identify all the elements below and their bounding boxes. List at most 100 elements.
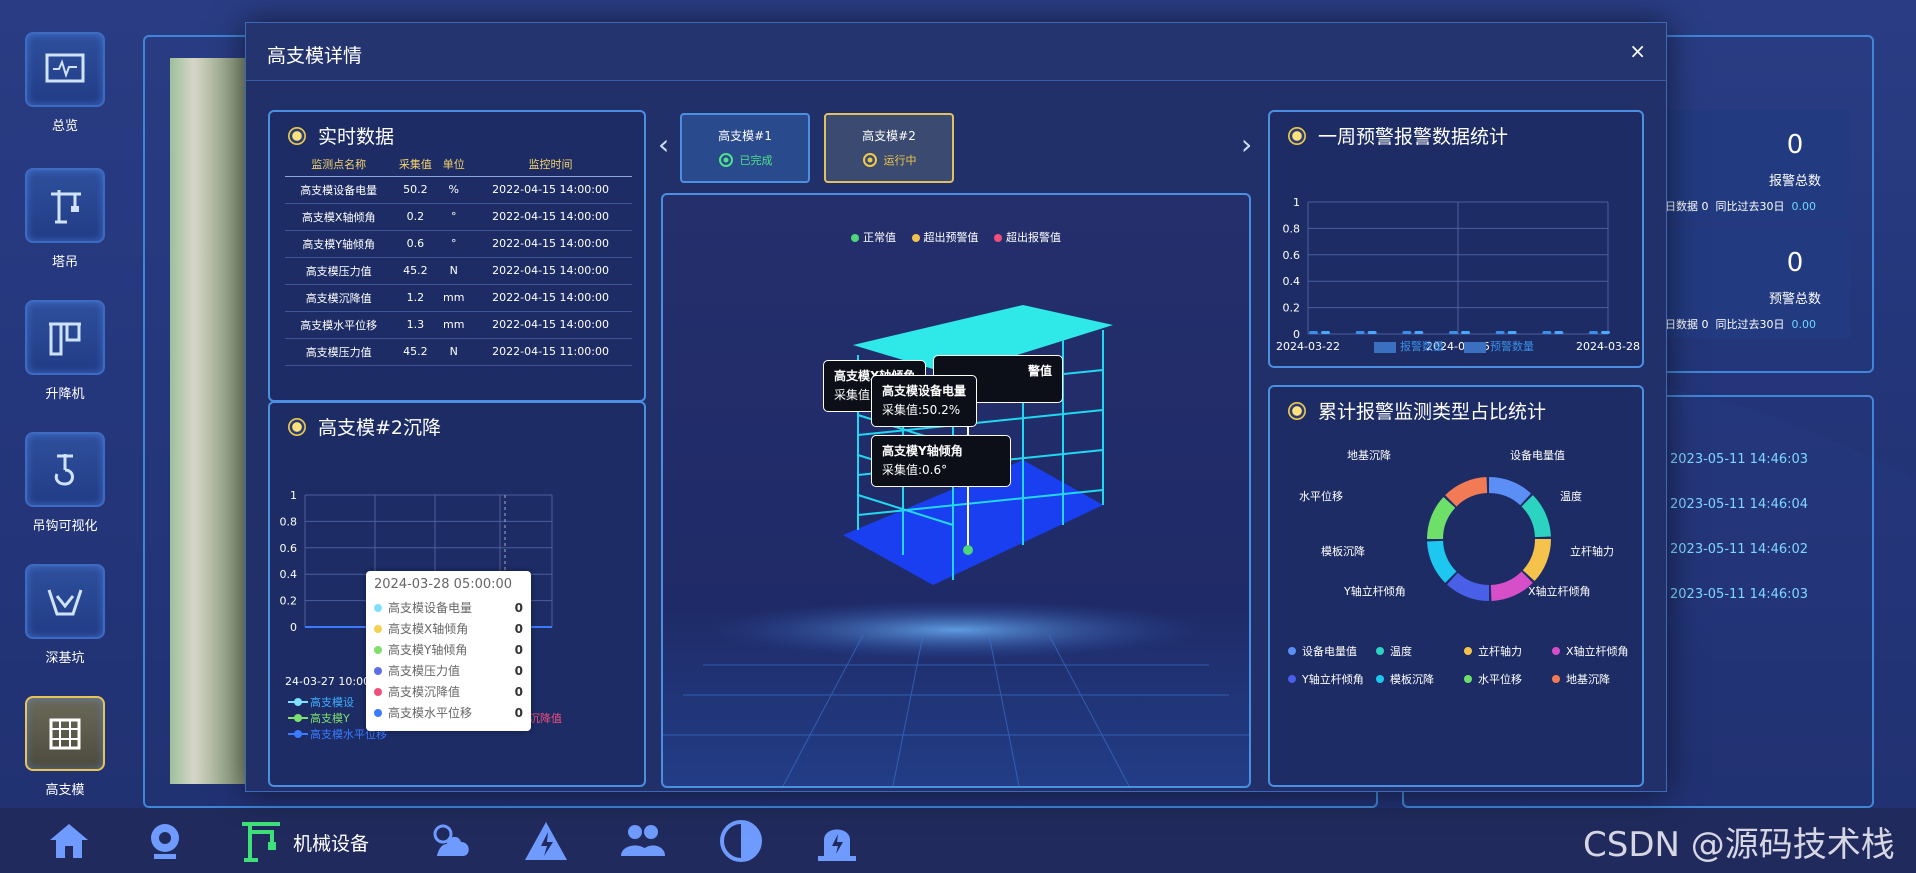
tooltip-title: 高支模设备电量	[882, 384, 967, 398]
table-cell: N	[438, 257, 470, 285]
camera-icon[interactable]	[142, 818, 188, 864]
next-arrow-icon[interactable]: ›	[1241, 128, 1252, 161]
table-cell: 2022-04-15 14:00:00	[469, 284, 632, 312]
legend-item[interactable]: 高支模Y	[310, 710, 350, 726]
home-icon[interactable]	[46, 818, 92, 864]
col-header: 监控时间	[469, 152, 632, 177]
site-map-image	[170, 58, 250, 784]
legend-item[interactable]: 预警数量	[1464, 338, 1534, 354]
nav-item-formwork[interactable]: 高支模	[25, 696, 105, 806]
nav-label: 总览	[51, 119, 78, 134]
legend-dot-icon	[1552, 647, 1560, 655]
legend-swatch-icon	[1374, 341, 1396, 353]
modal-title: 高支模详情	[267, 45, 363, 67]
nav-item-overview[interactable]: 总览	[25, 32, 105, 142]
slice-label: 模板沉降	[1321, 544, 1365, 558]
weekly-stats-card: 一周预警报警数据统计 0 0.2 0.4 0.6 0.8 1 2024-03-22 2024-…	[1268, 110, 1644, 368]
legend-dot-icon	[1464, 675, 1472, 683]
nav-item-elevator[interactable]: 升降机	[25, 300, 105, 410]
formwork-detail-modal: 高支模详情 × 实时数据 监测点名称 采集值 单位 监控时间 高支模设备电量 50…	[245, 22, 1667, 792]
nav-item-hook[interactable]: 吊钩可视化	[25, 432, 105, 542]
chart-tooltip: 2024-03-28 05:00:00 高支模设备电量 0 高支模X轴倾角 0 高支模Y…	[366, 571, 531, 731]
nav-item-tower-crane[interactable]: 塔吊	[25, 168, 105, 278]
close-button[interactable]: ×	[1629, 39, 1646, 63]
alarm-total-card: 0 报警总数 日数据 0 同比过去30日 0.00	[1665, 110, 1850, 220]
tab-formwork-2[interactable]: 高支模#2 运行中	[824, 113, 954, 183]
donut-slice	[1522, 539, 1551, 582]
table-cell: 0.6	[392, 230, 439, 258]
legend-label: Y轴立杆倾角	[1301, 672, 1364, 686]
tooltip-value: 采集值:50.2%	[882, 403, 961, 417]
series-dot-icon	[374, 687, 382, 696]
table-cell: 0.2	[392, 203, 439, 231]
nav-box-active	[25, 696, 105, 771]
slice-label: 立杆轴力	[1570, 544, 1614, 558]
y-tick-label: 0.2	[1283, 302, 1301, 315]
series-value: 0	[514, 705, 523, 720]
log-time: 2023-05-11 14:46:04	[1670, 497, 1809, 512]
bar	[1542, 331, 1552, 334]
alarm-total-caption: 报警总数	[1768, 174, 1821, 189]
table-cell: 高支模设备电量	[285, 176, 393, 204]
tooltip-time: 2024-03-28 05:00:00	[374, 577, 513, 592]
left-nav: 总览 塔吊 升降机 吊钩可视化 深基坑 高支模	[0, 30, 130, 800]
slice-label: 地基沉降	[1347, 448, 1391, 462]
table-row: 高支模沉降值 1.2 mm 2022-04-15 14:00:00	[285, 284, 632, 312]
weather-icon[interactable]	[427, 818, 473, 864]
series-dot-icon	[374, 624, 382, 633]
dashboard-page: 总览 塔吊 升降机 吊钩可视化 深基坑 高支模 0 报警总数 日数据 0 同比过…	[0, 0, 1916, 873]
legend-label: 地基沉降	[1566, 672, 1610, 686]
legend-dot-icon	[1376, 675, 1384, 683]
series-name: 高支模压力值	[388, 664, 461, 678]
table-cell: mm	[438, 311, 470, 339]
machinery-icon[interactable]	[238, 818, 284, 864]
table-cell: 45.2	[392, 338, 439, 366]
formwork-3d-view: 正常值 超出预警值 超出报警值 采集值:0 警值 高支模设备电量 采集值:50.…	[661, 193, 1251, 788]
prev-arrow-icon[interactable]: ‹	[658, 128, 669, 161]
legend-dot-icon	[1464, 647, 1472, 655]
table-header-row: 监测点名称 采集值 单位 监控时间	[285, 152, 632, 177]
bar	[1414, 331, 1424, 334]
y-tick-label: 0.6	[1283, 249, 1301, 262]
table-cell: 2022-04-15 14:00:00	[469, 230, 632, 258]
series-name: 高支模水平位移	[388, 706, 473, 720]
alarm-light-icon[interactable]	[814, 818, 860, 864]
realtime-title: 实时数据	[288, 122, 394, 149]
legend-swatch-icon	[1464, 341, 1486, 353]
table-row: 高支模Y轴倾角 0.6 ° 2022-04-15 14:00:00	[285, 230, 632, 258]
alarm-type-card: 累计报警监测类型占比统计 设备电量值 温度 立杆轴力 X轴立杆倾角 Y轴立杆倾角 模板沉降…	[1268, 385, 1644, 787]
hook-icon	[54, 453, 74, 486]
nav-box	[25, 300, 105, 375]
series-name: 高支模Y轴倾角	[388, 643, 468, 657]
alarm-compare-label: 同比过去30日	[1715, 200, 1785, 213]
weekly-legend: 报警数量 预警数量	[1374, 338, 1534, 354]
tab-formwork-1[interactable]: 高支模#1 已完成	[680, 113, 810, 183]
y-tick-label: 0.6	[280, 542, 298, 555]
table-row: 高支模压力值 45.2 N 2022-04-15 14:00:00	[285, 257, 632, 285]
series-name: 高支模设备电量	[388, 601, 473, 615]
warning-icon[interactable]	[523, 818, 569, 864]
nav-box	[25, 564, 105, 639]
legend-item[interactable]: 报警数量	[1374, 338, 1444, 354]
series-value: 0	[514, 642, 523, 657]
tooltip-row: 高支模设备电量 0	[374, 597, 523, 618]
people-icon[interactable]	[619, 818, 665, 864]
slice-label: 设备电量值	[1510, 448, 1565, 462]
legend-dot-icon	[1376, 647, 1384, 655]
realtime-title-text: 实时数据	[318, 126, 395, 148]
log-time: 2023-05-11 14:46:03	[1670, 452, 1809, 467]
nav-item-foundation-pit[interactable]: 深基坑	[25, 564, 105, 674]
nav-box	[25, 432, 105, 507]
machinery-label[interactable]: 机械设备	[293, 829, 369, 856]
status-ring-icon	[718, 153, 733, 167]
nav-label: 升降机	[45, 387, 85, 402]
y-tick-label: 0.2	[280, 595, 298, 608]
legend-item[interactable]: 高支模设	[310, 694, 354, 710]
nav-label: 吊钩可视化	[32, 519, 98, 534]
table-cell: 2022-04-15 14:00:00	[469, 311, 632, 339]
realtime-table: 监测点名称 采集值 单位 监控时间 高支模设备电量 50.2% 2022-04-15…	[285, 152, 632, 366]
pie-chart-icon[interactable]	[718, 818, 764, 864]
tooltip-row: 高支模沉降值 0	[374, 681, 523, 702]
tooltip-rows: 高支模设备电量 0 高支模X轴倾角 0 高支模Y轴倾角 0 高支模压力值 0 高支模沉降值 0 高支…	[374, 597, 523, 723]
tooltip-battery: 高支模设备电量 采集值:50.2%	[871, 375, 978, 427]
